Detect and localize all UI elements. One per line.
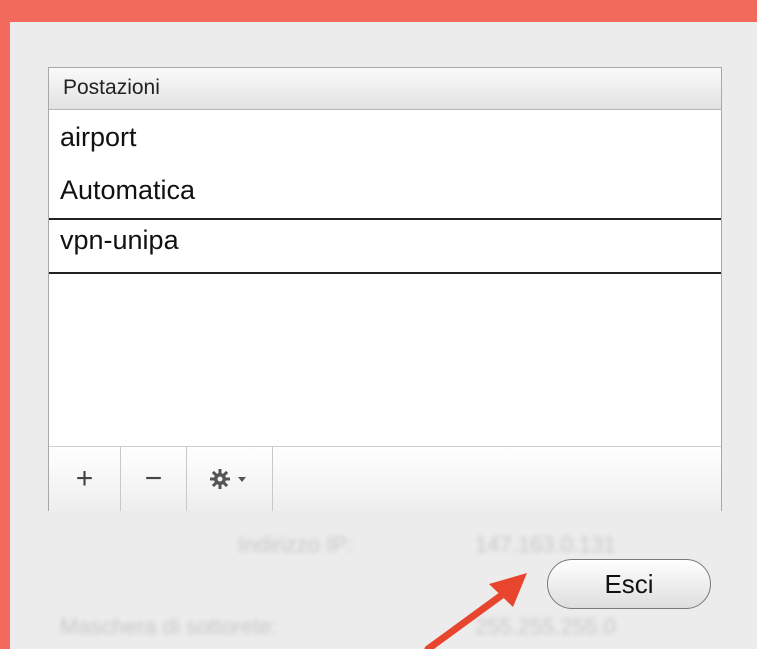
annotation-arrow — [424, 573, 527, 649]
